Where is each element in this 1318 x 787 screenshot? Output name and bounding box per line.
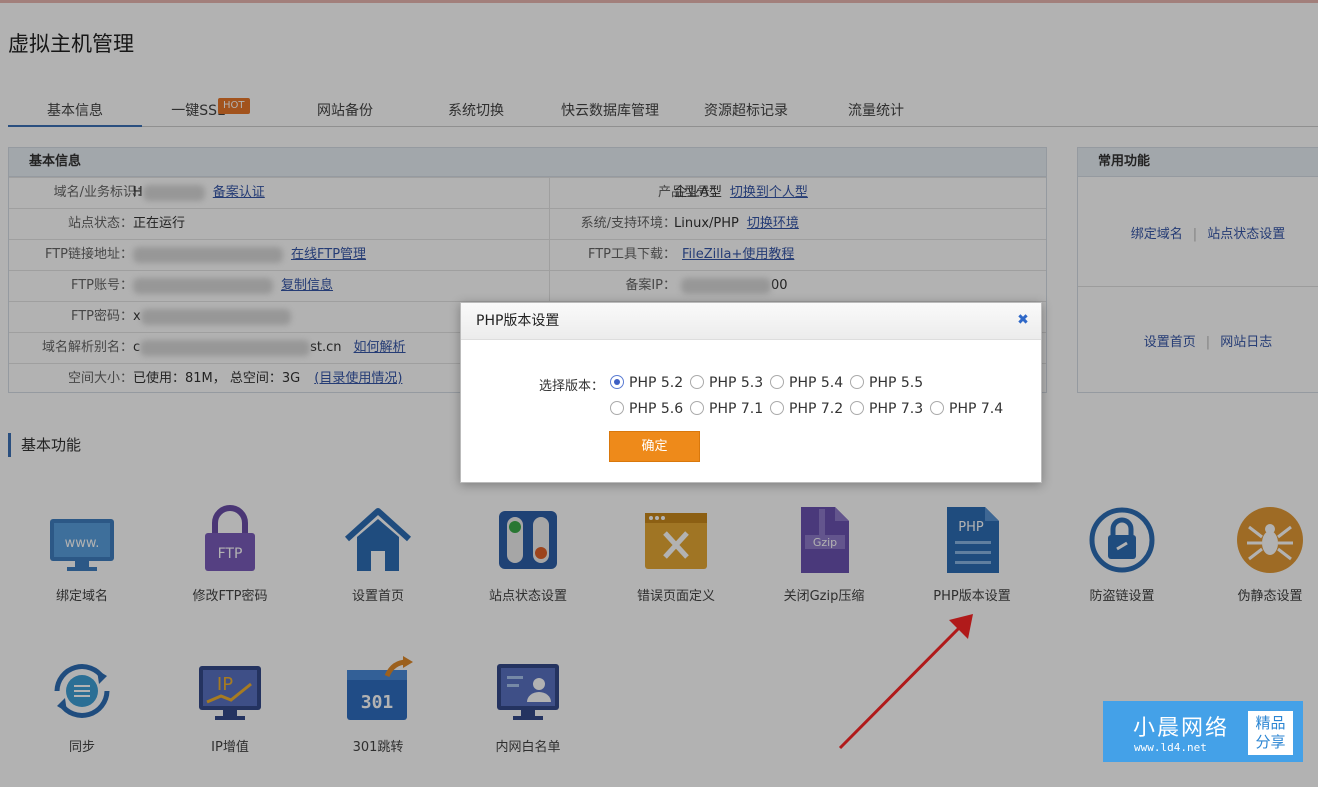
radio-icon — [690, 375, 704, 389]
radio-label: PHP 7.4 — [949, 401, 1004, 417]
radio-php-5-4[interactable]: PHP 5.4 — [770, 375, 843, 391]
close-icon[interactable]: ✖ — [1015, 312, 1031, 328]
radio-label: PHP 5.2 — [629, 375, 684, 391]
radio-icon — [930, 401, 944, 415]
radio-icon — [610, 401, 624, 415]
dialog-title: PHP版本设置 — [461, 303, 1041, 340]
radio-php-5-2[interactable]: PHP 5.2 — [610, 375, 683, 391]
radio-php-7-3[interactable]: PHP 7.3 — [850, 401, 923, 417]
watermark-logo: 小晨网络 www.ld4.net 精品 分享 — [1103, 701, 1303, 762]
watermark-title: 小晨网络 — [1133, 716, 1230, 741]
radio-php-5-3[interactable]: PHP 5.3 — [690, 375, 763, 391]
radio-label: PHP 5.4 — [789, 375, 844, 391]
radio-selected-icon — [610, 375, 624, 389]
radio-label: PHP 5.6 — [629, 401, 684, 417]
radio-label: PHP 7.3 — [869, 401, 924, 417]
radio-php-7-4[interactable]: PHP 7.4 — [930, 401, 1003, 417]
radio-label: PHP 7.2 — [789, 401, 844, 417]
watermark-url: www.ld4.net — [1134, 741, 1207, 754]
php-version-dialog: PHP版本设置 ✖ 选择版本： PHP 5.2 PHP 5.3 PHP 5.4 … — [460, 302, 1042, 483]
badge-line: 精品 — [1255, 714, 1286, 732]
radio-label: PHP 5.5 — [869, 375, 924, 391]
annotation-arrow — [838, 614, 973, 750]
radio-php-5-6[interactable]: PHP 5.6 — [610, 401, 683, 417]
radio-icon — [850, 375, 864, 389]
radio-php-5-5[interactable]: PHP 5.5 — [850, 375, 923, 391]
radio-icon — [770, 401, 784, 415]
badge-line: 分享 — [1255, 733, 1286, 751]
radio-php-7-2[interactable]: PHP 7.2 — [770, 401, 843, 417]
confirm-button[interactable]: 确定 — [609, 431, 700, 462]
radio-icon — [770, 375, 784, 389]
radio-label: PHP 7.1 — [709, 401, 764, 417]
radio-icon — [690, 401, 704, 415]
radio-icon — [850, 401, 864, 415]
watermark-badge: 精品 分享 — [1248, 711, 1293, 755]
radio-label: PHP 5.3 — [709, 375, 764, 391]
radio-php-7-1[interactable]: PHP 7.1 — [690, 401, 763, 417]
select-version-label: 选择版本： — [539, 379, 605, 394]
